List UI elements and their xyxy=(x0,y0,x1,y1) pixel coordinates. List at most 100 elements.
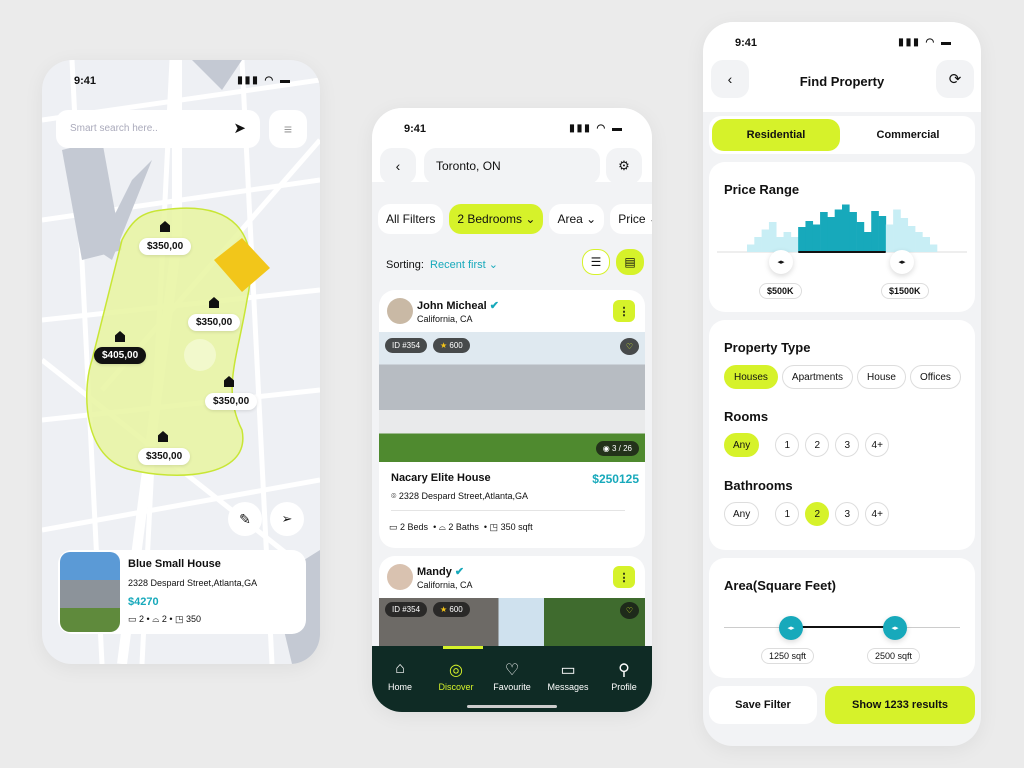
area-chip[interactable]: Area ⌄ xyxy=(549,204,605,234)
price-pin[interactable]: $350,00 xyxy=(139,238,192,255)
card-view-button[interactable]: ▤ xyxy=(616,249,644,275)
rating-tag: ★ 600 xyxy=(433,602,470,617)
signal-wifi-battery-icon: ▮▮▮ ◠ ▬ xyxy=(569,123,624,134)
property-type-options: Houses Apartments House Offices xyxy=(724,365,965,389)
favourite-button[interactable]: ♡ xyxy=(619,602,639,619)
bathrooms-3[interactable]: 3 xyxy=(835,502,860,526)
price-chip[interactable]: Price ⌄ xyxy=(610,204,652,234)
area-max-handle[interactable]: ◂▸ xyxy=(883,616,907,640)
tab-commercial[interactable]: Commercial xyxy=(844,119,972,151)
save-filter-button[interactable]: Save Filter xyxy=(709,686,817,724)
status-bar: 9:41 ▮▮▮ ◠ ▬ xyxy=(735,37,953,49)
bathrooms-4plus[interactable]: 4+ xyxy=(865,502,890,526)
house-photo xyxy=(60,552,120,632)
id-tag: ID #354 xyxy=(385,338,428,353)
rooms-3[interactable]: 3 xyxy=(835,433,860,457)
listing-card[interactable]: John Micheal ✔ California, CA ⋮ ID #354 … xyxy=(379,290,645,548)
section-title: Price Range xyxy=(724,182,800,197)
price-pin[interactable]: $350,00 xyxy=(205,393,258,410)
filter-screen: 9:41 ▮▮▮ ◠ ▬ ‹ Find Property ⟳ Residentia… xyxy=(703,22,981,746)
option-offices[interactable]: Offices xyxy=(909,365,961,389)
avatar xyxy=(387,564,413,590)
histogram-bar xyxy=(878,216,887,252)
edit-button[interactable]: ✎ xyxy=(228,502,262,536)
filter-button[interactable]: ≡ xyxy=(269,110,307,148)
address-text: 2328 Despard Street,Atlanta,GA xyxy=(398,491,528,501)
property-filters-section: Property Type Houses Apartments House Of… xyxy=(709,320,975,550)
nav-profile[interactable]: ⚲ Profile xyxy=(596,660,652,692)
more-button[interactable]: ⋮ xyxy=(613,300,635,322)
agent-name: John Micheal xyxy=(417,300,487,312)
option-apartments[interactable]: Apartments xyxy=(781,365,854,389)
all-filters-chip[interactable]: All Filters xyxy=(378,204,444,234)
nav-discover[interactable]: ◎ Discover xyxy=(428,660,484,692)
histogram-bar xyxy=(871,211,879,252)
search-placeholder: Smart search here.. xyxy=(70,123,158,134)
sorting[interactable]: Sorting: Recent first ⌄ xyxy=(386,258,498,271)
more-button[interactable]: ⋮ xyxy=(613,566,635,588)
histogram-bar xyxy=(849,212,857,252)
listing-address: ⌾ 2328 Despard Street,Atlanta,GA xyxy=(391,491,528,502)
price-pin-selected[interactable]: $405,00 xyxy=(94,347,147,364)
nav-favourite[interactable]: ♡ Favourite xyxy=(484,660,540,692)
location-input[interactable]: Toronto, ON xyxy=(424,148,600,184)
option-houses[interactable]: Houses xyxy=(724,365,778,389)
bed-icon: ▭ xyxy=(389,522,398,532)
compass-icon: ◎ xyxy=(449,662,463,679)
area: 350 xyxy=(186,614,202,624)
area-min-label: 1250 sqft xyxy=(761,648,815,664)
filter-settings-button[interactable]: ⚙ xyxy=(606,148,642,184)
search-input[interactable]: Smart search here.. ➤ xyxy=(56,110,260,148)
price-pin[interactable]: $350,00 xyxy=(138,448,191,465)
heart-icon: ♡ xyxy=(504,662,520,679)
histogram-bar xyxy=(834,209,843,252)
option-house[interactable]: House xyxy=(857,365,906,389)
rooms-1[interactable]: 1 xyxy=(775,433,800,457)
sorting-value[interactable]: Recent first xyxy=(430,259,486,271)
listing-card[interactable]: Blue Small House 2328 Despard Street,Atl… xyxy=(58,550,306,634)
chevron-down-icon: ⌄ xyxy=(649,212,652,226)
rooms-2[interactable]: 2 xyxy=(805,433,830,457)
favourite-button[interactable]: ♡ xyxy=(619,338,639,355)
rooms-any[interactable]: Any xyxy=(724,433,760,457)
reset-button[interactable]: ⟳ xyxy=(936,60,974,98)
back-button[interactable]: ‹ xyxy=(380,148,416,184)
chevron-down-icon: ⌄ xyxy=(586,212,597,226)
bedrooms-chip[interactable]: 2 Bedrooms ⌄ xyxy=(449,204,544,234)
status-bar: 9:41 ▮▮▮ ◠ ▬ xyxy=(74,75,292,87)
histogram-bar xyxy=(754,237,762,252)
home-indicator xyxy=(467,705,557,708)
bath-icon: ⌓ xyxy=(438,522,446,532)
status-bar: 9:41 ▮▮▮ ◠ ▬ xyxy=(404,123,624,135)
area-track-selected xyxy=(791,626,895,628)
bed-icon: ▭ xyxy=(128,614,137,624)
bathrooms-any[interactable]: Any xyxy=(724,502,760,526)
area-min-handle[interactable]: ◂▸ xyxy=(779,616,803,640)
nav-label: Discover xyxy=(438,682,474,692)
id-tag: ID #354 xyxy=(385,602,428,617)
price-min-handle[interactable]: ◂▸ xyxy=(769,250,793,274)
listing-specs: ▭ 2 • ⌓ 2 • ◳ 350 xyxy=(128,614,202,624)
agent-name: Mandy xyxy=(417,566,452,578)
avatar xyxy=(387,298,413,324)
bathrooms-1[interactable]: 1 xyxy=(775,502,800,526)
histogram-bar xyxy=(929,244,938,252)
bathrooms-2[interactable]: 2 xyxy=(805,502,830,526)
photo-count: ◉ 3 / 26 xyxy=(595,441,639,456)
tab-residential[interactable]: Residential xyxy=(712,119,840,151)
price-max-handle[interactable]: ◂▸ xyxy=(890,250,914,274)
chip-label: 2 Bedrooms xyxy=(457,212,523,226)
location-button[interactable]: ➢ xyxy=(270,502,304,536)
list-view-button[interactable]: ☰ xyxy=(582,249,610,275)
navigate-icon[interactable]: ➤ xyxy=(233,119,246,137)
price-pin[interactable]: $350,00 xyxy=(188,314,241,331)
nav-home[interactable]: ⌂ Home xyxy=(372,660,428,692)
rooms-4plus[interactable]: 4+ xyxy=(865,433,890,457)
nav-messages[interactable]: ▭ Messages xyxy=(540,660,596,692)
section-title: Rooms xyxy=(724,409,769,424)
discover-screen: 9:41 ▮▮▮ ◠ ▬ ‹ Toronto, ON ⚙ All Filters … xyxy=(372,108,652,712)
star-icon: ★ xyxy=(440,341,448,350)
show-results-button[interactable]: Show 1233 results xyxy=(825,686,975,724)
rooms-options: Any 1 2 3 4+ xyxy=(724,433,895,457)
histogram-bar xyxy=(805,221,814,252)
